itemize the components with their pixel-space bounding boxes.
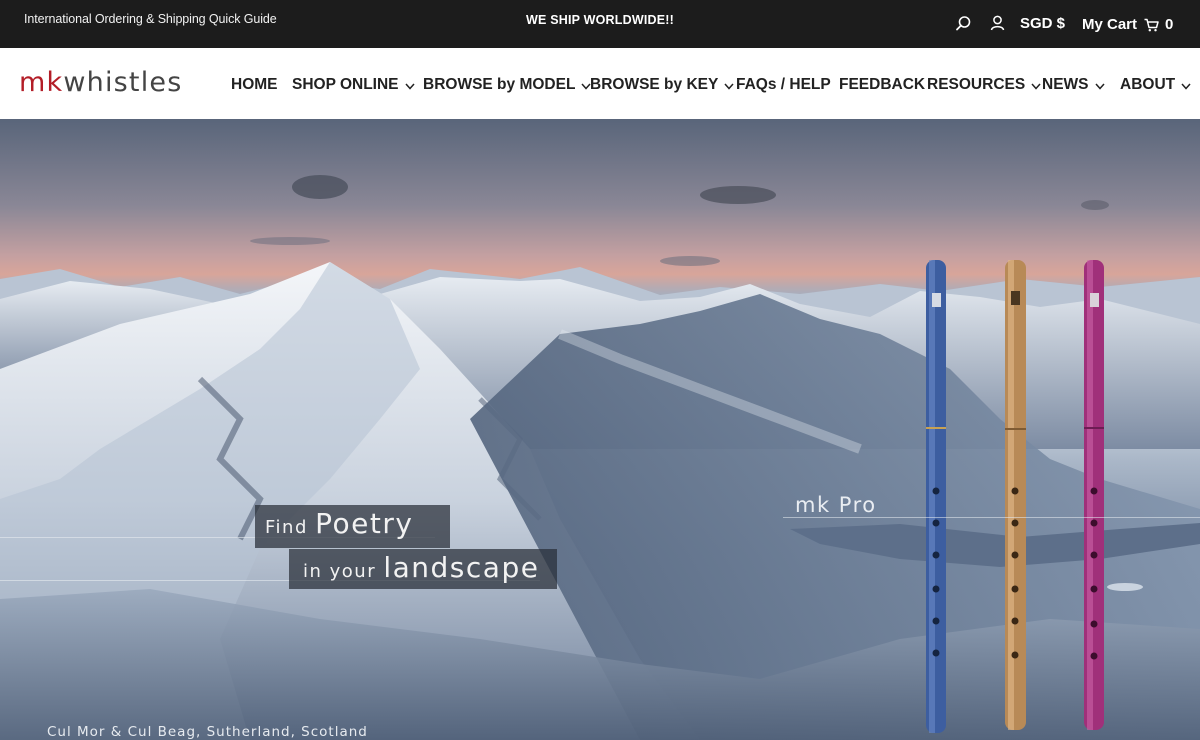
photo-location-caption: Cul Mor & Cul Beag, Sutherland, Scotland — [47, 724, 368, 740]
model-label: mk Pro — [795, 493, 877, 517]
site-logo[interactable]: mkwhistles — [19, 67, 182, 98]
nav-item-label: FEEDBACK — [839, 76, 926, 93]
cart-label: My Cart — [1082, 16, 1138, 33]
cart-icon — [1144, 18, 1159, 31]
nav-item-browse-by-key[interactable]: BROWSE by KEY — [590, 76, 734, 94]
nav-item-faqs-help[interactable]: FAQs / HELP — [736, 76, 831, 94]
nav-item-label: BROWSE by KEY — [590, 76, 719, 93]
tagline-landscape: landscape — [383, 551, 540, 584]
main-header: mkwhistles HOME SHOP ONLINE BROWSE by MO… — [0, 48, 1200, 119]
nav-item-label: RESOURCES — [927, 76, 1026, 93]
gold-whistle — [1005, 260, 1026, 730]
cart-button[interactable]: My Cart 0 — [1082, 16, 1173, 33]
account-icon[interactable] — [990, 15, 1005, 31]
nav-item-shop-online[interactable]: SHOP ONLINE — [292, 76, 415, 94]
tagline-find: Find — [265, 517, 308, 538]
nav-item-label: HOME — [231, 76, 278, 93]
magenta-whistle — [1084, 260, 1104, 730]
cart-count: 0 — [1165, 16, 1174, 33]
nav-item-label: ABOUT — [1120, 76, 1176, 93]
hero-tagline-line2: in your landscape — [303, 551, 539, 584]
chevron-down-icon — [1181, 83, 1191, 90]
nav-item-about[interactable]: ABOUT — [1120, 76, 1191, 94]
nav-item-home[interactable]: HOME — [231, 76, 278, 94]
nav-item-news[interactable]: NEWS — [1042, 76, 1105, 94]
nav-item-browse-by-model[interactable]: BROWSE by MODEL — [423, 76, 591, 94]
nav-item-label: NEWS — [1042, 76, 1089, 93]
search-icon[interactable] — [955, 15, 972, 32]
currency-selector[interactable]: SGD $ — [1020, 15, 1065, 32]
tagline-in-your: in your — [303, 561, 377, 582]
nav-item-resources[interactable]: RESOURCES — [927, 76, 1041, 94]
logo-whistles: whistles — [63, 67, 183, 98]
chevron-down-icon — [724, 83, 734, 90]
tagline-poetry: Poetry — [315, 507, 414, 540]
hero-tagline-line1: Find Poetry — [265, 507, 413, 540]
logo-mk: mk — [19, 67, 64, 98]
chevron-down-icon — [404, 83, 415, 90]
nav-item-feedback[interactable]: FEEDBACK — [839, 76, 925, 94]
announcement-bar: International Ordering & Shipping Quick … — [0, 0, 1200, 48]
nav-item-label: BROWSE by MODEL — [423, 76, 576, 93]
nav-item-label: FAQs / HELP — [736, 76, 831, 93]
blue-whistle — [926, 260, 946, 733]
model-rule — [783, 517, 1200, 518]
hero-banner[interactable]: Find Poetry in your landscape mk Pro Cul… — [0, 119, 1200, 740]
ship-worldwide-text: WE SHIP WORLDWIDE!! — [525, 13, 674, 27]
nav-item-label: SHOP ONLINE — [292, 76, 399, 93]
chevron-down-icon — [1094, 83, 1105, 90]
chevron-down-icon — [1031, 83, 1041, 90]
mountain-landscape-image — [0, 175, 1200, 740]
